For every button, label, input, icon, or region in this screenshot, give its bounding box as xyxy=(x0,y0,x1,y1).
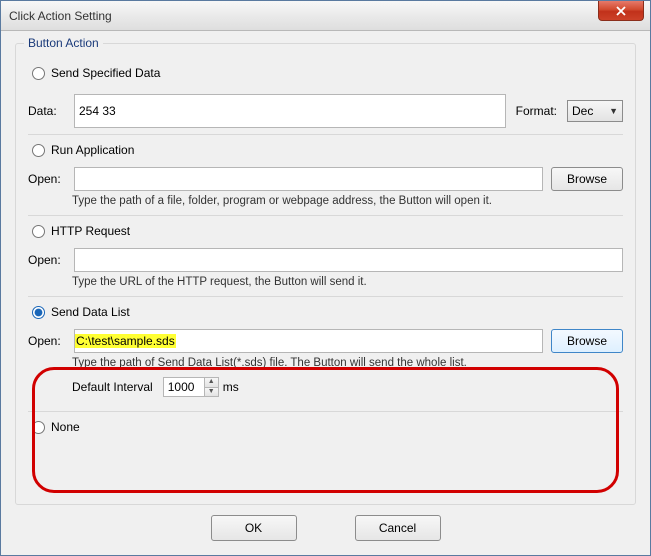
http-open-label: Open: xyxy=(28,253,68,267)
data-row: Data: Format: Dec ▼ xyxy=(28,94,623,128)
radio-send-specified-label: Send Specified Data xyxy=(51,66,160,80)
radio-none-row: None xyxy=(28,420,623,434)
radio-send-list[interactable] xyxy=(32,306,45,319)
interval-value: 1000 xyxy=(164,380,204,394)
interval-row: Default Interval 1000 ▲ ▼ ms xyxy=(72,377,623,397)
run-open-hint: Type the path of a file, folder, program… xyxy=(72,195,623,207)
radio-http-label: HTTP Request xyxy=(51,224,130,238)
list-open-value: C:\test\sample.sds xyxy=(75,334,176,348)
close-button[interactable] xyxy=(598,1,644,21)
format-label: Format: xyxy=(516,104,557,118)
list-open-label: Open: xyxy=(28,334,68,348)
list-browse-button[interactable]: Browse xyxy=(551,329,623,353)
interval-label: Default Interval xyxy=(72,380,153,394)
client-area: Button Action Send Specified Data Data: … xyxy=(1,31,650,555)
ok-button[interactable]: OK xyxy=(211,515,297,541)
separator xyxy=(28,296,623,297)
http-open-hint: Type the URL of the HTTP request, the Bu… xyxy=(72,276,623,288)
radio-run-app[interactable] xyxy=(32,144,45,157)
radio-send-specified[interactable] xyxy=(32,67,45,80)
http-open-input[interactable] xyxy=(74,248,623,272)
run-open-label: Open: xyxy=(28,172,68,186)
interval-stepper[interactable]: ▲ ▼ xyxy=(204,378,218,396)
window-title: Click Action Setting xyxy=(9,9,112,23)
data-input[interactable] xyxy=(74,94,506,128)
radio-send-list-label: Send Data List xyxy=(51,305,130,319)
titlebar: Click Action Setting xyxy=(1,1,650,31)
radio-http[interactable] xyxy=(32,225,45,238)
run-browse-button[interactable]: Browse xyxy=(551,167,623,191)
list-open-hint: Type the path of Send Data List(*.sds) f… xyxy=(72,357,623,369)
interval-unit: ms xyxy=(223,380,239,394)
radio-send-specified-row: Send Specified Data xyxy=(28,66,623,80)
list-open-row: Open: C:\test\sample.sds Browse xyxy=(28,329,623,353)
close-icon xyxy=(616,6,626,16)
run-open-input[interactable] xyxy=(74,167,543,191)
http-open-row: Open: xyxy=(28,248,623,272)
radio-none-label: None xyxy=(51,420,80,434)
chevron-down-icon: ▼ xyxy=(609,106,618,116)
cancel-button[interactable]: Cancel xyxy=(355,515,441,541)
run-open-row: Open: Browse xyxy=(28,167,623,191)
radio-run-app-label: Run Application xyxy=(51,143,134,157)
separator xyxy=(28,215,623,216)
format-select[interactable]: Dec ▼ xyxy=(567,100,623,122)
stepper-up-icon[interactable]: ▲ xyxy=(204,378,218,387)
data-label: Data: xyxy=(28,104,68,118)
separator xyxy=(28,134,623,135)
dialog-window: Click Action Setting Button Action Send … xyxy=(0,0,651,556)
dialog-footer: OK Cancel xyxy=(15,505,636,545)
stepper-down-icon[interactable]: ▼ xyxy=(204,387,218,396)
button-action-group: Button Action Send Specified Data Data: … xyxy=(15,43,636,505)
radio-run-app-row: Run Application xyxy=(28,143,623,157)
radio-send-list-row: Send Data List xyxy=(28,305,623,319)
separator xyxy=(28,411,623,412)
format-selected: Dec xyxy=(572,104,593,118)
radio-none[interactable] xyxy=(32,421,45,434)
group-title: Button Action xyxy=(24,36,103,50)
list-open-input-wrap[interactable]: C:\test\sample.sds xyxy=(74,329,543,353)
radio-http-row: HTTP Request xyxy=(28,224,623,238)
interval-input[interactable]: 1000 ▲ ▼ xyxy=(163,377,219,397)
